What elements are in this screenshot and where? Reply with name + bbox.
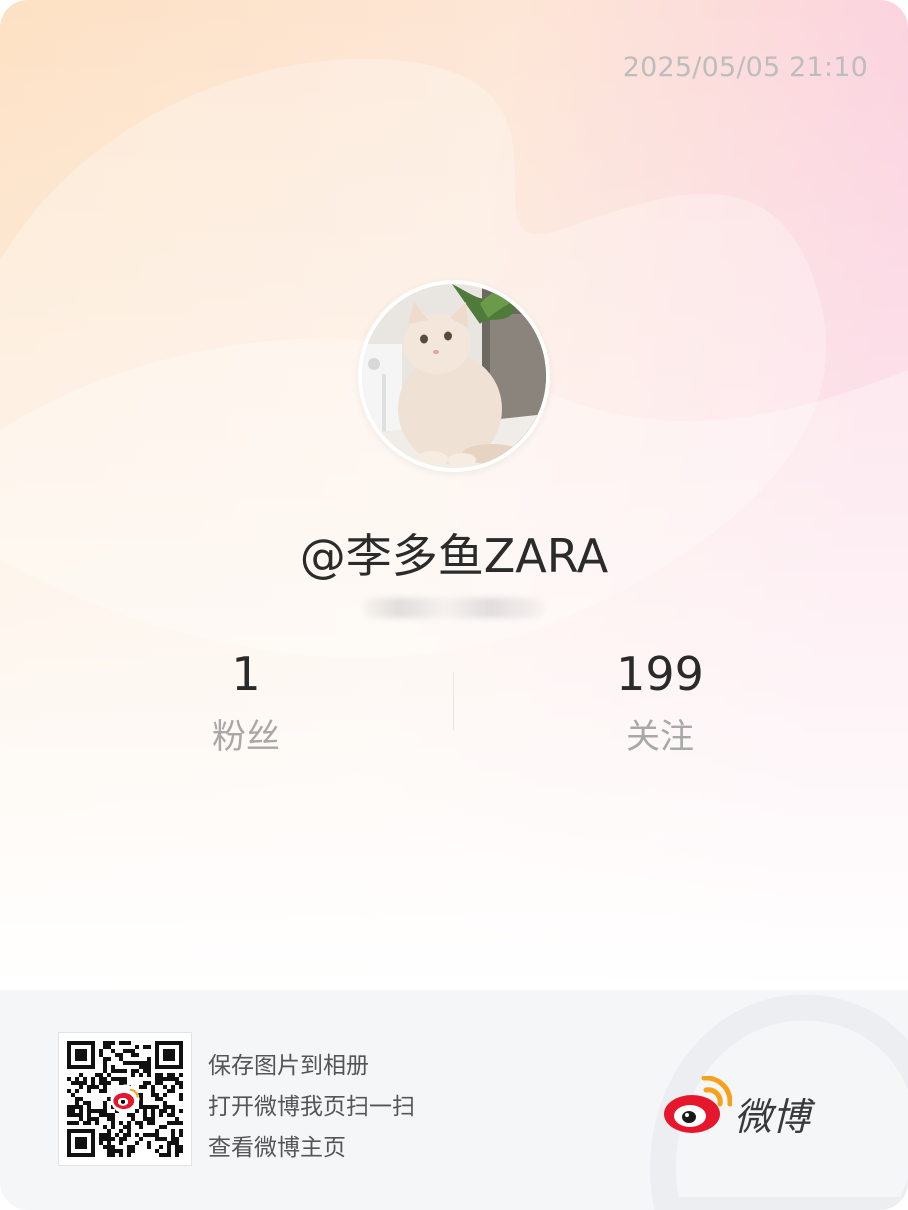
avatar[interactable] — [358, 280, 550, 472]
following-stat[interactable]: 199 关注 — [530, 640, 790, 762]
stats-divider — [453, 672, 454, 730]
qr-code[interactable] — [58, 1032, 192, 1166]
fans-stat[interactable]: 1 粉丝 — [116, 640, 376, 762]
profile-share-card: 2025/05/05 21:10 @李多鱼ZARA 1 粉丝 199 关注 保存… — [0, 0, 908, 1210]
following-count: 199 — [616, 647, 704, 701]
fans-count: 1 — [231, 647, 261, 701]
avatar-kitten-image — [362, 284, 546, 468]
fans-label: 粉丝 — [212, 717, 280, 757]
weibo-brand-name: 微博 — [734, 1095, 811, 1139]
username: @李多鱼ZARA — [299, 529, 609, 583]
following-label: 关注 — [626, 717, 694, 757]
footer-line-scan: 打开微博我页扫一扫 — [208, 1094, 415, 1120]
weibo-logo-icon — [664, 1076, 732, 1133]
timestamp: 2025/05/05 21:10 — [622, 52, 868, 83]
qr-code-pattern — [67, 1041, 183, 1157]
footer: 保存图片到相册 打开微博我页扫一扫 查看微博主页 微博 — [0, 990, 908, 1210]
footer-line-view: 查看微博主页 — [208, 1135, 346, 1161]
footer-line-save: 保存图片到相册 — [208, 1053, 369, 1079]
blurred-bio — [363, 598, 545, 618]
card-background — [0, 0, 908, 990]
footer-instructions: 保存图片到相册 打开微博我页扫一扫 查看微博主页 — [208, 1046, 415, 1169]
